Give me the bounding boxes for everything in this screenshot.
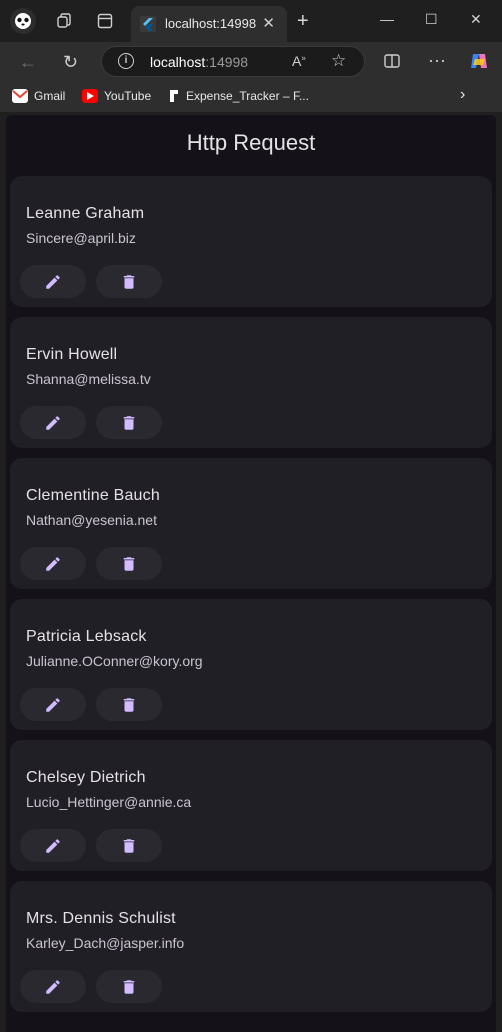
edit-icon — [46, 979, 60, 994]
user-card: Ervin Howell Shanna@melissa.tv — [10, 317, 492, 448]
user-email: Lucio_Hettinger@annie.ca — [26, 794, 192, 810]
delete-button[interactable] — [96, 547, 162, 580]
tab-actions-icon[interactable] — [93, 9, 117, 33]
user-name: Clementine Bauch — [26, 487, 160, 504]
url-text: localhost:14998 — [150, 54, 248, 70]
trash-icon — [123, 838, 135, 853]
profile-avatar[interactable] — [10, 8, 36, 34]
edit-icon — [46, 274, 60, 289]
trash-icon — [123, 979, 135, 994]
user-email: Nathan@yesenia.net — [26, 512, 157, 528]
edit-button[interactable] — [20, 265, 86, 298]
trash-icon — [123, 697, 135, 712]
close-tab-icon[interactable]: ✕ — [262, 14, 275, 32]
copilot-icon[interactable] — [468, 50, 490, 76]
browser-tab-strip: localhost:14998 ✕ + — ☐ ✕ — [0, 0, 502, 42]
delete-button[interactable] — [96, 265, 162, 298]
split-screen-icon[interactable] — [383, 52, 401, 74]
youtube-icon — [82, 89, 98, 103]
edit-button[interactable] — [20, 406, 86, 439]
bookmark-youtube[interactable]: YouTube — [82, 89, 151, 103]
edit-icon — [46, 697, 60, 712]
edit-button[interactable] — [20, 688, 86, 721]
user-card: Leanne Graham Sincere@april.biz — [10, 176, 492, 307]
browser-tab-active[interactable]: localhost:14998 ✕ — [131, 6, 287, 42]
figma-icon — [168, 89, 180, 103]
browser-toolbar: ← ↻ i localhost:14998 A» ☆ ··· — [0, 42, 502, 82]
workspaces-icon[interactable] — [52, 9, 76, 33]
delete-button[interactable] — [96, 688, 162, 721]
bookmark-label: YouTube — [104, 89, 152, 103]
maximize-icon[interactable]: ☐ — [425, 11, 438, 28]
user-card: Patricia Lebsack Julianne.OConner@kory.o… — [10, 599, 492, 730]
bookmarks-bar: Gmail YouTube Expense_Tracker – F... › — [0, 82, 502, 112]
minimize-icon[interactable]: — — [380, 11, 394, 27]
edit-icon — [46, 556, 60, 571]
trash-icon — [123, 556, 135, 571]
edit-icon — [46, 415, 60, 430]
edit-icon — [46, 838, 60, 853]
user-card: Mrs. Dennis Schulist Karley_Dach@jasper.… — [10, 881, 492, 1012]
back-icon[interactable]: ← — [19, 52, 37, 72]
user-email: Shanna@melissa.tv — [26, 371, 151, 387]
edit-button[interactable] — [20, 829, 86, 862]
chevron-right-icon[interactable]: › — [460, 86, 465, 104]
favorite-star-icon[interactable]: ☆ — [331, 51, 346, 71]
user-email: Sincere@april.biz — [26, 230, 136, 246]
bookmark-label: Expense_Tracker – F... — [186, 89, 309, 103]
bookmark-label: Gmail — [34, 89, 66, 103]
flutter-icon — [140, 16, 156, 32]
edit-button[interactable] — [20, 547, 86, 580]
delete-button[interactable] — [96, 970, 162, 1003]
edit-button[interactable] — [20, 970, 86, 1003]
page-title: Http Request — [186, 130, 316, 155]
bookmark-expense-tracker[interactable]: Expense_Tracker – F... — [168, 89, 309, 103]
user-name: Mrs. Dennis Schulist — [26, 910, 176, 927]
address-bar[interactable]: i localhost:14998 A» ☆ — [101, 46, 365, 77]
delete-button[interactable] — [96, 406, 162, 439]
gmail-icon — [12, 89, 28, 103]
more-options-icon[interactable]: ··· — [428, 50, 446, 70]
read-aloud-icon[interactable]: A» — [292, 53, 306, 69]
new-tab-icon[interactable]: + — [297, 11, 309, 31]
site-info-icon[interactable]: i — [118, 53, 134, 69]
user-email: Karley_Dach@jasper.info — [26, 935, 185, 951]
app-bar: Http Request — [6, 115, 496, 171]
trash-icon — [123, 415, 135, 430]
trash-icon — [123, 274, 135, 289]
close-window-icon[interactable]: ✕ — [470, 11, 482, 28]
delete-button[interactable] — [96, 829, 162, 862]
user-name: Chelsey Dietrich — [26, 769, 146, 786]
app-viewport: Http Request Leanne Graham Sincere@april… — [6, 115, 496, 1032]
user-card: Chelsey Dietrich Lucio_Hettinger@annie.c… — [10, 740, 492, 871]
user-name: Patricia Lebsack — [26, 628, 147, 645]
user-name: Leanne Graham — [26, 205, 145, 222]
url-port: :14998 — [205, 54, 249, 70]
user-name: Ervin Howell — [26, 346, 118, 363]
bookmark-gmail[interactable]: Gmail — [12, 89, 65, 103]
tab-title: localhost:14998 — [165, 16, 257, 31]
refresh-icon[interactable]: ↻ — [63, 52, 78, 72]
url-host: localhost — [150, 54, 206, 70]
user-email: Julianne.OConner@kory.org — [26, 653, 203, 669]
user-card: Clementine Bauch Nathan@yesenia.net — [10, 458, 492, 589]
